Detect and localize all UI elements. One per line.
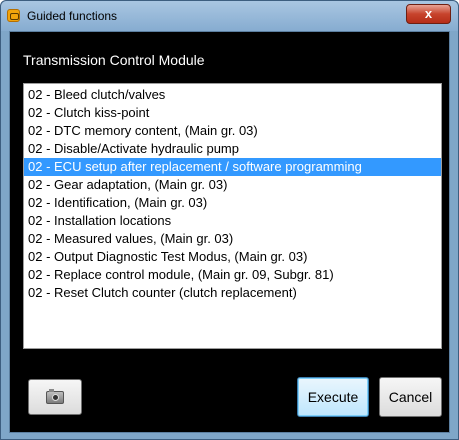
list-item[interactable]: 02 - Reset Clutch counter (clutch replac… [24, 284, 441, 302]
close-button[interactable]: x [406, 4, 451, 24]
list-item-selected[interactable]: 02 - ECU setup after replacement / softw… [24, 158, 441, 176]
list-item[interactable]: 02 - Installation locations [24, 212, 441, 230]
list-item[interactable]: 02 - Replace control module, (Main gr. 0… [24, 266, 441, 284]
list-item[interactable]: 02 - Output Diagnostic Test Modus, (Main… [24, 248, 441, 266]
execute-button[interactable]: Execute [297, 377, 369, 417]
app-icon [7, 9, 20, 22]
list-item[interactable]: 02 - DTC memory content, (Main gr. 03) [24, 122, 441, 140]
list-item[interactable]: 02 - Bleed clutch/valves [24, 86, 441, 104]
list-item[interactable]: 02 - Clutch kiss-point [24, 104, 441, 122]
list-item[interactable]: 02 - Gear adaptation, (Main gr. 03) [24, 176, 441, 194]
function-list[interactable]: 02 - Bleed clutch/valves 02 - Clutch kis… [23, 83, 442, 349]
close-icon: x [424, 6, 433, 21]
guided-functions-window: Guided functions x Transmission Control … [0, 0, 459, 440]
cancel-button[interactable]: Cancel [379, 377, 442, 417]
list-item[interactable]: 02 - Measured values, (Main gr. 03) [24, 230, 441, 248]
list-item[interactable]: 02 - Disable/Activate hydraulic pump [24, 140, 441, 158]
screenshot-button[interactable] [28, 379, 82, 415]
list-item[interactable]: 02 - Identification, (Main gr. 03) [24, 194, 441, 212]
camera-icon [46, 389, 64, 404]
title-bar[interactable]: Guided functions x [1, 1, 458, 31]
module-title: Transmission Control Module [23, 52, 205, 68]
window-title: Guided functions [27, 9, 118, 23]
